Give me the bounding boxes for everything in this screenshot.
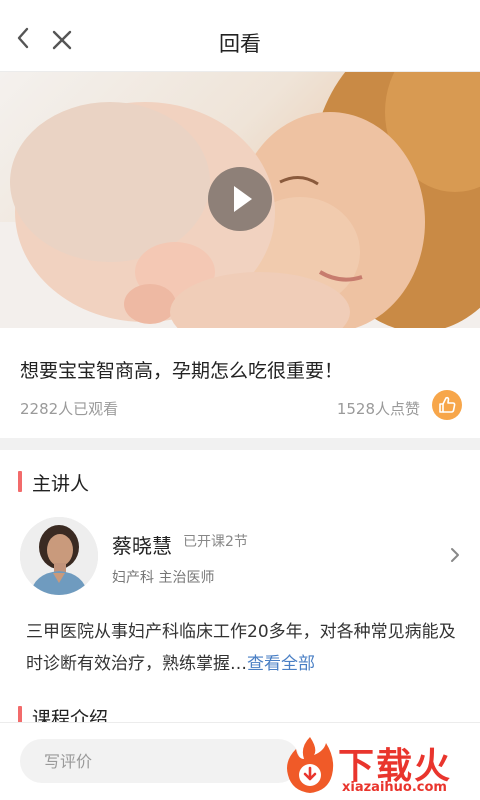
like-button[interactable] [432,390,462,420]
course-info: 想要宝宝智商高，孕期怎么吃很重要！ 2282人已观看 1528人点赞 [0,328,480,438]
play-button[interactable] [208,167,272,231]
flame-logo-icon [287,737,334,793]
description-text: 三甲医院从事妇产科临床工作20多年，对各种常见病能及时诊断有效治疗，熟练掌握… [26,622,456,674]
watermark-logo: 下载火 xiazaihuo.com [282,735,478,799]
course-title: 想要宝宝智商高，孕期怎么吃很重要！ [20,360,344,382]
lecturer-name: 蔡晓慧 [112,534,172,558]
lecturer-heading: 主讲人 [18,469,89,496]
like-count: 1528人点赞 [336,400,420,418]
lecturer-title: 妇产科 主治医师 [112,570,215,586]
page-title: 回看 [219,32,261,56]
play-icon [234,186,252,212]
avatar [20,517,98,595]
view-all-link[interactable]: 查看全部 [247,654,315,674]
video-player[interactable] [0,72,480,328]
lecturer-lesson-count: 已开课2节 [183,534,248,550]
watermark-domain: xiazaihuo.com [342,780,447,795]
lecturer-card[interactable]: 蔡晓慧 已开课2节 妇产科 主治医师 [0,510,480,600]
comment-input[interactable] [20,739,300,783]
view-count: 2282人已观看 [20,400,119,418]
chevron-right-icon[interactable] [448,546,462,564]
top-navigation-bar: 回看 [0,0,480,72]
lecturer-description: 三甲医院从事妇产科临床工作20多年，对各种常见病能及时诊断有效治疗，熟练掌握…查… [26,616,462,680]
thumbs-up-icon [439,396,456,413]
section-divider [0,438,480,450]
